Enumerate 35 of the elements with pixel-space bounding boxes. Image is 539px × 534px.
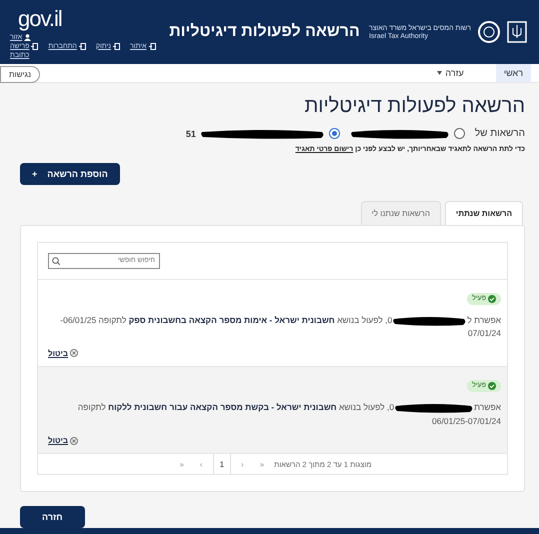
door-icon — [31, 42, 38, 50]
check-icon — [488, 294, 496, 303]
door-icon — [148, 42, 156, 50]
permission-text: 0, לפעול בנושא חשבונית ישראל - בקשת מספר הקצאה עבור חשבונית ללקוח לתקופה — [78, 400, 394, 414]
page-button[interactable]: 1 — [212, 454, 232, 474]
site-title: הרשאה לפעולות דיגיטליות — [169, 23, 360, 42]
tab[interactable]: הרשאות שנתתי — [444, 200, 523, 225]
add-permission-button[interactable]: הוספת הרשאה + — [20, 162, 120, 185]
radio-button[interactable] — [328, 128, 340, 140]
site-logo[interactable]: gov.il — [18, 6, 62, 32]
option-text: 51 — [186, 128, 196, 139]
nav-item[interactable]: ראשי — [496, 64, 531, 82]
accessibility-button[interactable]: נגישות — [0, 66, 40, 84]
permission-text: 07/01/24 — [466, 327, 501, 340]
check-icon — [488, 382, 496, 390]
door-icon — [78, 42, 86, 50]
close-icon — [70, 436, 78, 445]
back-button[interactable]: חזרה — [20, 506, 85, 528]
page-title: הרשאה לפעולות דיגיטליות — [303, 94, 525, 118]
user-icon — [24, 34, 32, 41]
radio-label: הרשאות של — [474, 128, 525, 140]
cancel-link[interactable]: ביטול — [48, 436, 78, 446]
cancel-link[interactable]: ביטול — [48, 348, 78, 358]
permission-text: 0, לפעול בנושא חשבונית ישראל - אימות מספר הקצאה בחשבונית ספק לתקופה 06/01/25- — [60, 314, 392, 327]
tax-authority-logo-icon — [477, 20, 501, 44]
emblem-icon — [507, 21, 527, 44]
nav-item[interactable]: עזרה — [429, 64, 472, 82]
search-icon — [52, 256, 60, 265]
permission-text: 06/01/25-07/01/24 — [430, 414, 501, 428]
door-icon — [113, 42, 120, 50]
permission-text: אפשרת — [474, 400, 501, 414]
permission-text: אפשרת ל — [467, 314, 501, 327]
radio-button[interactable] — [454, 128, 465, 140]
tab[interactable]: הרשאות שנתנו לי — [360, 200, 441, 225]
close-icon — [70, 349, 78, 358]
